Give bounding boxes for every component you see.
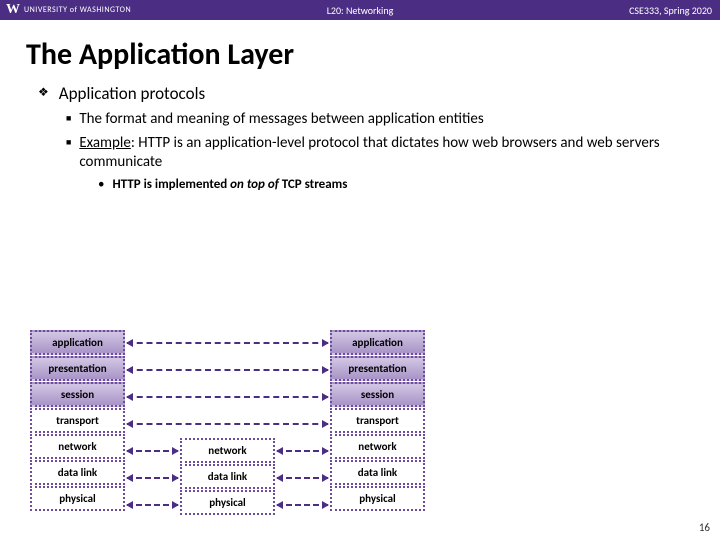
square-bullet-icon: ▪ bbox=[66, 110, 71, 130]
layer-application: application bbox=[330, 330, 425, 355]
host-stack-right: application presentation session transpo… bbox=[330, 330, 425, 512]
example-text: : HTTP is an application-level protocol … bbox=[79, 134, 659, 172]
layer-network: network bbox=[180, 438, 275, 463]
w-mark: W bbox=[6, 2, 20, 18]
bullet-text: HTTP is implemented on top of TCP stream… bbox=[112, 177, 347, 192]
header-bar: W UNIVERSITY of WASHINGTON L20: Networki… bbox=[0, 0, 720, 20]
uw-logo: W UNIVERSITY of WASHINGTON bbox=[0, 2, 131, 18]
layer-physical: physical bbox=[330, 486, 425, 511]
router-stack: network data link physical bbox=[180, 438, 275, 516]
bullet-text: The format and meaning of messages betwe… bbox=[79, 110, 483, 130]
bullet-level2: ▪ Example: HTTP is an application-level … bbox=[66, 134, 690, 173]
bullet-level3: • HTTP is implemented on top of TCP stre… bbox=[98, 177, 690, 192]
arrow-net-r bbox=[277, 450, 328, 452]
bullet-level2: ▪ The format and meaning of messages bet… bbox=[66, 110, 690, 130]
host-stack-left: application presentation session transpo… bbox=[30, 330, 125, 512]
bullet-text: Example: HTTP is an application-level pr… bbox=[79, 134, 690, 173]
arrow-sess bbox=[127, 396, 328, 398]
course-info: CSE333, Spring 2020 bbox=[629, 4, 712, 17]
university-name: UNIVERSITY of WASHINGTON bbox=[24, 5, 131, 15]
arrow-net-l bbox=[127, 450, 178, 452]
diamond-bullet-icon: ❖ bbox=[38, 83, 49, 104]
layer-presentation: presentation bbox=[30, 356, 125, 381]
layer-session: session bbox=[330, 382, 425, 407]
square-bullet-icon: ▪ bbox=[66, 134, 71, 173]
lecture-title: L20: Networking bbox=[327, 4, 394, 17]
slide-title: The Application Layer bbox=[0, 20, 720, 83]
arrow-app bbox=[127, 342, 328, 344]
layer-network: network bbox=[30, 434, 125, 459]
arrow-dl-r bbox=[277, 477, 328, 479]
text-pre: HTTP is implemented bbox=[112, 177, 230, 192]
layer-physical: physical bbox=[180, 490, 275, 515]
layer-physical: physical bbox=[30, 486, 125, 511]
layer-network: network bbox=[330, 434, 425, 459]
slide-content: ❖ Application protocols ▪ The format and… bbox=[0, 83, 720, 192]
layer-datalink: data link bbox=[30, 460, 125, 485]
bullet-text: Application protocols bbox=[59, 83, 205, 104]
example-label: Example bbox=[79, 134, 131, 152]
bullet-level1: ❖ Application protocols bbox=[38, 83, 690, 104]
text-post: TCP streams bbox=[279, 177, 348, 192]
arrow-phy-l bbox=[127, 504, 178, 506]
layer-application: application bbox=[30, 330, 125, 355]
arrow-trans bbox=[127, 423, 328, 425]
layer-presentation: presentation bbox=[330, 356, 425, 381]
layer-datalink: data link bbox=[180, 464, 275, 489]
arrow-dl-l bbox=[127, 477, 178, 479]
layer-transport: transport bbox=[330, 408, 425, 433]
dot-bullet-icon: • bbox=[98, 177, 104, 192]
layer-session: session bbox=[30, 382, 125, 407]
slide-number: 16 bbox=[699, 521, 710, 534]
arrow-phy-r bbox=[277, 504, 328, 506]
text-italic: on top of bbox=[230, 177, 279, 192]
arrow-pres bbox=[127, 369, 328, 371]
layer-datalink: data link bbox=[330, 460, 425, 485]
layer-transport: transport bbox=[30, 408, 125, 433]
